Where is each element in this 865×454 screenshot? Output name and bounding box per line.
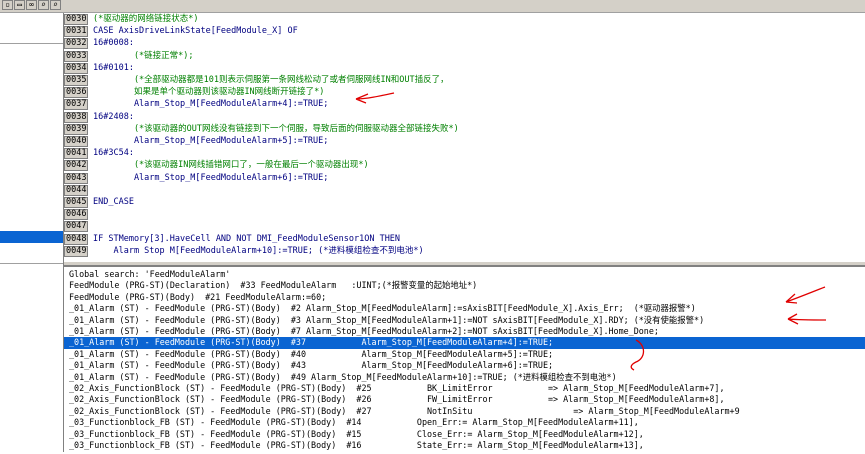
code-text: Alarm_Stop_M[FeedModuleAlarm+4]:=TRUE; [93,99,329,110]
code-text: IF STMemory[3].HaveCell AND NOT DMI_Feed… [93,233,401,244]
code-line[interactable]: 0044 [64,184,865,196]
code-line[interactable]: 0036 如果是单个驱动器则该驱动器IN网线断开链接了*) [64,87,865,99]
code-text: 16#2408: [93,111,134,122]
code-text: Alarm Stop M[FeedModuleAlarm+10]:=TRUE; … [93,245,424,256]
code-line[interactable]: 0034 16#0101: [64,62,865,74]
search-result-row[interactable]: _02_Axis_FunctionBlock (ST) - FeedModule… [69,383,724,394]
search-results-panel[interactable]: Global search: 'FeedModuleAlarm' FeedModu… [64,265,865,454]
code-line[interactable]: 0032 16#0008: [64,38,865,50]
search-result-row[interactable]: FeedModule (PRG-ST)(Body) #21 FeedModule… [69,292,326,303]
search-result-row[interactable]: _01_Alarm (ST) - FeedModule (PRG-ST)(Bod… [69,360,553,371]
code-text: (*链接正常*); [93,50,194,61]
line-number: 0030 [64,14,88,25]
code-line[interactable]: 0043 Alarm_Stop_M[FeedModuleAlarm+6]:=TR… [64,172,865,184]
code-line[interactable]: 0038 16#2408: [64,111,865,123]
line-number: 0032 [64,38,88,50]
line-number: 0049 [64,245,88,257]
line-number: 0039 [64,123,88,135]
code-text: (*驱动器的网络链接状态*) [93,14,199,24]
line-number: 0037 [64,99,88,111]
line-number: 0043 [64,172,88,184]
code-text: 16#0101: [93,62,134,73]
project-tree-pane[interactable] [0,13,64,452]
code-line[interactable]: 0045 END_CASE [64,197,865,208]
search-result-row[interactable]: FeedModule (PRG-ST)(Declaration) #33 Fee… [69,280,477,291]
code-text: CASE AxisDriveLinkState[FeedModule_X] OF [93,26,298,37]
code-line[interactable]: 0030 (*驱动器的网络链接状态*) [64,14,865,25]
find-next-icon[interactable]: ⌕ [38,0,49,10]
code-text: 如果是单个驱动器则该驱动器IN网线断开链接了*) [93,87,325,98]
code-line[interactable]: 0048 IF STMemory[3].HaveCell AND NOT DMI_… [64,233,865,245]
new-file-icon[interactable]: ▫ [2,0,13,10]
toolbar: ▫ ▭ ∞ ⌕ ⌕ [0,0,865,13]
code-line[interactable]: 0037 Alarm_Stop_M[FeedModuleAlarm+4]:=TR… [64,99,865,111]
search-result-row[interactable]: _02_Axis_FunctionBlock (ST) - FeedModule… [69,394,724,405]
code-line[interactable]: 0046 [64,209,865,221]
code-line[interactable]: 0042 (*该驱动器IN网线插错网口了，一般在最后一个驱动器出现*) [64,160,865,172]
search-result-row[interactable]: _01_Alarm (ST) - FeedModule (PRG-ST)(Bod… [69,303,696,314]
open-file-icon[interactable]: ▭ [14,0,25,10]
code-line[interactable]: 0041 16#3C54: [64,148,865,160]
search-result-row[interactable]: _02_Axis_FunctionBlock (ST) - FeedModule… [69,406,740,417]
code-line[interactable]: 0039 (*该驱动器的OUT网线没有链接到下一个伺服，导致后面的伺服驱动器全部… [64,123,865,135]
code-text: Alarm_Stop_M[FeedModuleAlarm+6]:=TRUE; [93,172,329,183]
code-text: END_CASE [93,197,134,207]
pane-divider [0,43,63,44]
search-result-row[interactable]: _01_Alarm (ST) - FeedModule (PRG-ST)(Bod… [69,326,659,337]
code-line[interactable]: 0035 (*全部驱动器都是101则表示伺服第一条网线松动了或者伺服网线IN和O… [64,75,865,86]
search-result-row[interactable]: _01_Alarm (ST) - FeedModule (PRG-ST)(Bod… [69,337,553,348]
search-result-row[interactable]: _01_Alarm (ST) - FeedModule (PRG-ST)(Bod… [69,315,704,326]
code-line[interactable]: 0049 Alarm Stop M[FeedModuleAlarm+10]:=T… [64,245,865,257]
find-replace-icon[interactable]: ⌕ [50,0,61,10]
code-line[interactable]: 0047 [64,221,865,233]
line-number: 0040 [64,136,88,147]
pane-divider [0,263,63,264]
line-number: 0033 [64,50,88,62]
selected-tree-item[interactable] [0,231,63,243]
code-text: (*该驱动器的OUT网线没有链接到下一个伺服，导致后面的伺服驱动器全部链接失败*… [93,123,459,134]
code-text: (*该驱动器IN网线插错网口了，一般在最后一个驱动器出现*) [93,160,369,171]
code-text: (*全部驱动器都是101则表示伺服第一条网线松动了或者伺服网线IN和OUT插反了… [93,75,449,85]
line-number: 0044 [64,184,88,196]
search-result-row[interactable]: _01_Alarm (ST) - FeedModule (PRG-ST)(Bod… [69,349,553,360]
line-number: 0035 [64,75,88,86]
code-editor[interactable]: 0030 (*驱动器的网络链接状态*) 0031 CASE AxisDriveLink… [64,13,865,262]
search-result-row[interactable]: _03_Functionblock_FB (ST) - FeedModule (… [69,440,644,451]
line-number: 0046 [64,209,88,221]
line-number: 0041 [64,148,88,160]
code-text: 16#0008: [93,38,134,49]
code-line[interactable]: 0033 (*链接正常*); [64,50,865,62]
search-result-row[interactable]: _03_Functionblock_FB (ST) - FeedModule (… [69,429,644,440]
line-number: 0038 [64,111,88,123]
search-header: Global search: 'FeedModuleAlarm' [69,269,231,279]
search-result-row[interactable]: _03_Functionblock_FB (ST) - FeedModule (… [69,417,639,428]
line-number: 0031 [64,26,88,38]
line-number: 0048 [64,233,88,245]
line-number: 0045 [64,197,88,208]
code-line[interactable]: 0040 Alarm_Stop_M[FeedModuleAlarm+5]:=TR… [64,136,865,147]
search-result-row[interactable]: _01_Alarm (ST) - FeedModule (PRG-ST)(Bod… [69,372,617,383]
code-line[interactable]: 0031 CASE AxisDriveLinkState[FeedModule_X… [64,26,865,38]
binoculars-icon[interactable]: ∞ [26,0,37,10]
line-number: 0034 [64,62,88,74]
line-number: 0047 [64,221,88,233]
line-number: 0042 [64,160,88,172]
line-number: 0036 [64,87,88,99]
code-text: Alarm_Stop_M[FeedModuleAlarm+5]:=TRUE; [93,136,329,146]
code-text: 16#3C54: [93,148,134,159]
